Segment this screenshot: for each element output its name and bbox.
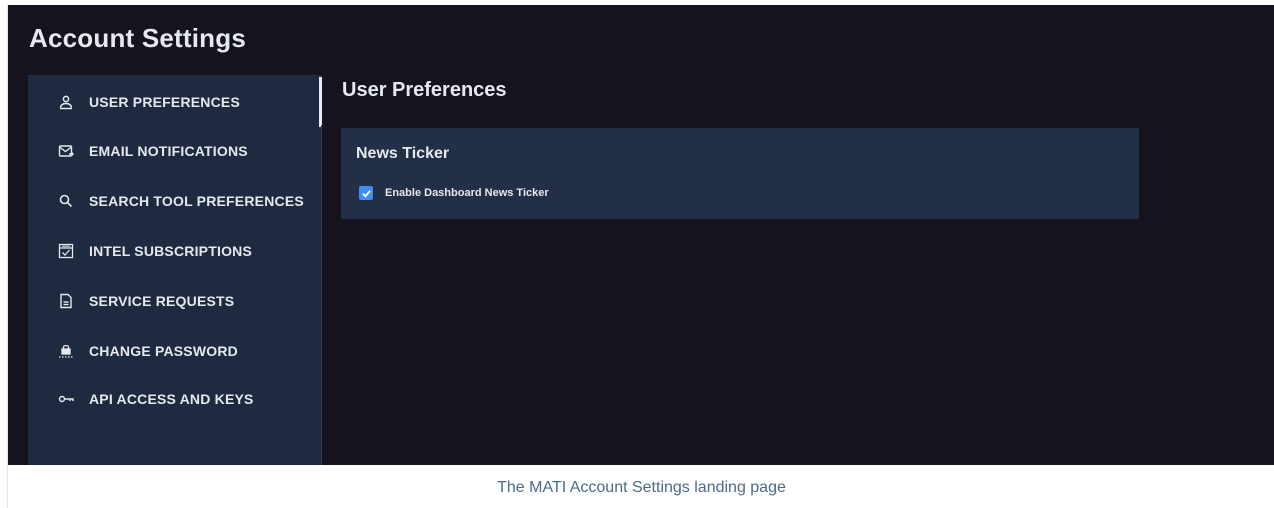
sidebar-item-label: EMAIL NOTIFICATIONS: [89, 143, 248, 159]
sidebar-item-label: USER PREFERENCES: [89, 94, 241, 110]
section-title: User Preferences: [342, 79, 507, 101]
password-lock-icon: [57, 342, 75, 360]
mail-notification-icon: [57, 142, 75, 160]
checkbox-label: Enable Dashboard News Ticker: [385, 187, 549, 199]
sidebar-item-label: API ACCESS AND KEYS: [89, 391, 254, 407]
figure-caption: The MATI Account Settings landing page: [497, 479, 786, 496]
sidebar-item-user-preferences[interactable]: USER PREFERENCES: [28, 77, 322, 127]
sidebar-item-intel-subscriptions[interactable]: INTEL SUBSCRIPTIONS: [28, 226, 322, 276]
news-ticker-checkbox-row[interactable]: Enable Dashboard News Ticker: [359, 186, 549, 200]
user-icon: [57, 93, 75, 111]
panel-title: News Ticker: [356, 145, 450, 162]
sidebar-item-api-access-and-keys[interactable]: API ACCESS AND KEYS: [28, 374, 322, 424]
enable-news-ticker-checkbox[interactable]: [359, 186, 373, 200]
sidebar-item-search-tool-preferences[interactable]: SEARCH TOOL PREFERENCES: [28, 176, 322, 226]
sidebar-item-label: INTEL SUBSCRIPTIONS: [89, 243, 253, 259]
news-ticker-panel: News Ticker Enable Dashboard News Ticker: [341, 128, 1139, 219]
sidebar-item-label: SERVICE REQUESTS: [89, 293, 235, 309]
sidebar-item-label: SEARCH TOOL PREFERENCES: [89, 193, 304, 209]
sidebar-item-label: CHANGE PASSWORD: [89, 343, 238, 359]
search-icon: [57, 192, 75, 210]
checkmark-icon: [361, 189, 371, 198]
sidebar-item-service-requests[interactable]: SERVICE REQUESTS: [28, 276, 322, 326]
page-title: Account Settings: [29, 23, 246, 53]
account-settings-app: Account Settings USER PREFERENCES EMAIL …: [8, 5, 1274, 465]
sidebar-divider: [321, 125, 322, 465]
sidebar-nav: USER PREFERENCES EMAIL NOTIFICATIONS SEA…: [28, 75, 322, 465]
sidebar-item-email-notifications[interactable]: EMAIL NOTIFICATIONS: [28, 126, 322, 176]
subscription-icon: [57, 242, 75, 260]
key-icon: [57, 390, 75, 408]
figure: Account Settings USER PREFERENCES EMAIL …: [7, 5, 1274, 508]
document-icon: [57, 292, 75, 310]
sidebar-item-change-password[interactable]: CHANGE PASSWORD: [28, 326, 322, 376]
